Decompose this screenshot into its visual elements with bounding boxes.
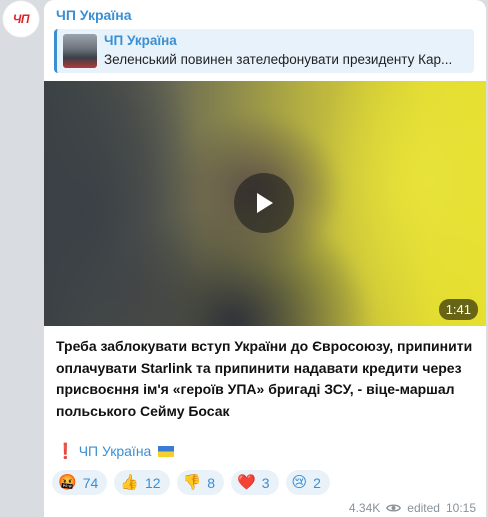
thumbs-down-icon: 👎 — [182, 474, 202, 491]
reaction-thumbs-up[interactable]: 👍 12 — [114, 470, 170, 495]
angry-face-icon: 🤬 — [58, 474, 77, 491]
signature-link[interactable]: ЧП Україна — [79, 443, 152, 459]
reply-text: Зеленський повинен зателефонувати презид… — [104, 52, 453, 67]
reaction-heart[interactable]: ❤️ 3 — [231, 470, 279, 495]
reaction-count: 8 — [207, 474, 216, 491]
reply-preview[interactable]: ЧП Україна Зеленський повинен зателефону… — [54, 29, 474, 73]
ukraine-flag-icon — [158, 445, 175, 457]
heart-icon: ❤️ — [237, 474, 256, 491]
crying-face-icon: 😢 — [291, 474, 308, 491]
video-duration: 1:41 — [438, 299, 478, 320]
message-meta: 4.34K edited 10:15 — [349, 501, 476, 515]
play-icon — [257, 193, 273, 213]
thumbs-up-icon: 👍 — [120, 474, 139, 491]
reply-thumbnail — [63, 34, 97, 68]
reaction-thumbs-down[interactable]: 👎 8 — [176, 470, 225, 495]
avatar-text: ЧП — [12, 12, 30, 26]
sender-name[interactable]: ЧП Україна — [56, 7, 132, 23]
reactions-bar: 🤬 74 👍 12 👎 8 ❤️ 3 😢 2 — [52, 470, 330, 495]
edited-label: edited — [407, 501, 440, 515]
channel-avatar[interactable]: ЧП — [2, 0, 40, 38]
exclamation-icon: ❗ — [56, 443, 75, 460]
post-caption: Треба заблокувати вступ України до Єврос… — [56, 338, 473, 419]
reaction-crying[interactable]: 😢 2 — [285, 470, 330, 495]
reaction-count: 2 — [313, 474, 321, 491]
message-time: 10:15 — [445, 501, 476, 515]
message-bubble: ЧП Україна ЧП Україна Зеленський повинен… — [44, 0, 486, 517]
play-button[interactable] — [234, 173, 294, 233]
post-signature: ❗ ЧП Україна — [56, 442, 175, 460]
reply-sender-name: ЧП Україна — [104, 33, 177, 48]
reaction-count: 74 — [82, 474, 99, 491]
view-count: 4.34K — [348, 501, 381, 515]
reaction-angry[interactable]: 🤬 74 — [52, 470, 108, 495]
eye-icon — [386, 504, 402, 512]
reaction-count: 12 — [144, 474, 161, 491]
video-player[interactable]: 1:41 — [44, 81, 486, 326]
reaction-count: 3 — [261, 474, 270, 491]
